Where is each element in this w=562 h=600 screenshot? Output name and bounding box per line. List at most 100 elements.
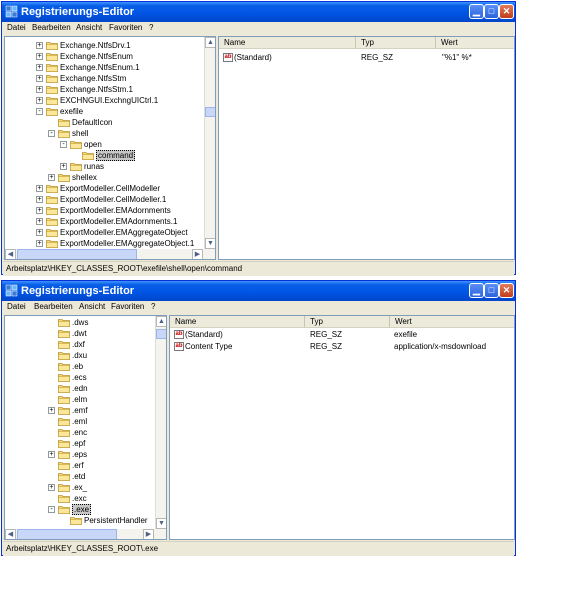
tree-node[interactable]: + Exchange.NtfsEnum bbox=[5, 51, 205, 62]
column-header-type[interactable]: Typ bbox=[305, 316, 390, 328]
value-list-pane[interactable]: Name Typ Wert ab (Standard) REG_SZ exefi… bbox=[169, 315, 515, 540]
scroll-thumb-horizontal[interactable] bbox=[17, 529, 117, 539]
expand-icon[interactable]: + bbox=[48, 484, 55, 491]
maximize-icon[interactable]: □ bbox=[484, 4, 499, 19]
tree-node[interactable]: + Exchange.NtfsDrv.1 bbox=[5, 40, 205, 51]
tree-node[interactable]: + ExportModeller.CellModeller bbox=[5, 183, 205, 194]
menu-ansicht[interactable]: Ansicht bbox=[76, 23, 102, 32]
scroll-right-icon[interactable]: ▶ bbox=[192, 249, 203, 259]
menu-ansicht[interactable]: Ansicht bbox=[79, 302, 105, 311]
scroll-thumb[interactable] bbox=[156, 329, 166, 339]
column-header-value[interactable]: Wert bbox=[436, 37, 514, 49]
column-header-name[interactable]: Name bbox=[219, 37, 356, 49]
minimize-icon[interactable]: ▁ bbox=[469, 283, 484, 298]
tree-node[interactable]: + ExportModeller.EMAdornments bbox=[5, 205, 205, 216]
tree-node[interactable]: .elm bbox=[5, 394, 155, 405]
tree-node[interactable]: + ExportModeller.CellModeller.1 bbox=[5, 194, 205, 205]
tree-node[interactable]: .ecs bbox=[5, 372, 155, 383]
scroll-up-icon[interactable]: ▲ bbox=[156, 316, 166, 327]
tree-node[interactable]: + .eps bbox=[5, 449, 155, 460]
collapse-icon[interactable]: - bbox=[48, 130, 55, 137]
expand-icon[interactable]: + bbox=[36, 196, 43, 203]
tree-node[interactable]: PersistentHandler bbox=[5, 515, 155, 526]
tree-node[interactable]: + EXCHNGUI.ExchngUICtrl.1 bbox=[5, 95, 205, 106]
value-row[interactable]: ab (Standard) REG_SZ exefile bbox=[174, 329, 512, 340]
tree-node[interactable]: + .ex_ bbox=[5, 482, 155, 493]
tree-vertical-scrollbar[interactable]: ▲ ▼ bbox=[155, 316, 166, 529]
menu-favoriten[interactable]: Favoriten bbox=[109, 23, 142, 32]
menu-datei[interactable]: Datei bbox=[7, 302, 26, 311]
expand-icon[interactable]: + bbox=[36, 185, 43, 192]
minimize-icon[interactable]: ▁ bbox=[469, 4, 484, 19]
scroll-down-icon[interactable]: ▼ bbox=[156, 518, 166, 529]
tree-node[interactable]: .enc bbox=[5, 427, 155, 438]
tree-node[interactable]: + shellex bbox=[5, 172, 205, 183]
title-bar[interactable]: Registrierungs-Editor ▁ □ ✕ bbox=[2, 281, 515, 301]
tree-horizontal-scrollbar[interactable]: ◀ ▶ bbox=[5, 249, 215, 259]
collapse-icon[interactable]: - bbox=[60, 141, 67, 148]
menu-datei[interactable]: Datei bbox=[7, 23, 26, 32]
tree-node[interactable]: + .emf bbox=[5, 405, 155, 416]
tree-vertical-scrollbar[interactable]: ▲ ▼ bbox=[204, 37, 215, 249]
expand-icon[interactable]: + bbox=[48, 407, 55, 414]
tree-node[interactable]: .eb bbox=[5, 361, 155, 372]
tree-node[interactable]: .eml bbox=[5, 416, 155, 427]
expand-icon[interactable]: + bbox=[48, 451, 55, 458]
maximize-icon[interactable]: □ bbox=[484, 283, 499, 298]
expand-icon[interactable]: + bbox=[36, 53, 43, 60]
tree-node[interactable]: .exc bbox=[5, 493, 155, 504]
tree-node[interactable]: .edn bbox=[5, 383, 155, 394]
tree-node[interactable]: .erf bbox=[5, 460, 155, 471]
tree-node[interactable]: .etd bbox=[5, 471, 155, 482]
scroll-thumb[interactable] bbox=[205, 107, 215, 117]
tree-node[interactable]: + ExportModeller.EMAdornments.1 bbox=[5, 216, 205, 227]
close-icon[interactable]: ✕ bbox=[499, 4, 514, 19]
column-header-value[interactable]: Wert bbox=[390, 316, 514, 328]
expand-icon[interactable]: + bbox=[36, 218, 43, 225]
menu-bearbeiten[interactable]: Bearbeiten bbox=[32, 23, 71, 32]
expand-icon[interactable]: + bbox=[36, 86, 43, 93]
key-tree-pane[interactable]: + Exchange.NtfsDrv.1 + Exchange.NtfsEnum + Ex… bbox=[4, 36, 216, 260]
title-bar[interactable]: Registrierungs-Editor ▁ □ ✕ bbox=[2, 2, 515, 22]
tree-node[interactable]: .dxu bbox=[5, 350, 155, 361]
collapse-icon[interactable]: - bbox=[48, 506, 55, 513]
tree-node[interactable]: - open bbox=[5, 139, 205, 150]
tree-node[interactable]: - exefile bbox=[5, 106, 205, 117]
key-tree-pane[interactable]: .dws .dwt .dxf .dxu .eb .ecs .edn .elm + .emf .eml… bbox=[4, 315, 167, 540]
tree-node[interactable]: + Exchange.NtfsEnum.1 bbox=[5, 62, 205, 73]
expand-icon[interactable]: + bbox=[60, 163, 67, 170]
collapse-icon[interactable]: - bbox=[36, 108, 43, 115]
tree-node[interactable]: command bbox=[5, 150, 205, 161]
scroll-down-icon[interactable]: ▼ bbox=[205, 238, 215, 249]
expand-icon[interactable]: + bbox=[48, 174, 55, 181]
tree-node[interactable]: .dwt bbox=[5, 328, 155, 339]
tree-node[interactable]: - .exe bbox=[5, 504, 155, 515]
tree-node[interactable]: .dws bbox=[5, 317, 155, 328]
value-row[interactable]: ab Content Type REG_SZ application/x-msd… bbox=[174, 341, 512, 352]
scroll-thumb-horizontal[interactable] bbox=[17, 249, 137, 259]
scroll-left-icon[interactable]: ◀ bbox=[5, 529, 16, 539]
tree-node[interactable]: + Exchange.NtfsStm bbox=[5, 73, 205, 84]
expand-icon[interactable]: + bbox=[36, 97, 43, 104]
menu-favoriten[interactable]: Favoriten bbox=[111, 302, 144, 311]
tree-node[interactable]: + Exchange.NtfsStm.1 bbox=[5, 84, 205, 95]
tree-node[interactable]: DefaultIcon bbox=[5, 117, 205, 128]
column-header-type[interactable]: Typ bbox=[356, 37, 436, 49]
column-header-name[interactable]: Name bbox=[170, 316, 305, 328]
expand-icon[interactable]: + bbox=[36, 64, 43, 71]
close-icon[interactable]: ✕ bbox=[499, 283, 514, 298]
expand-icon[interactable]: + bbox=[36, 75, 43, 82]
expand-icon[interactable]: + bbox=[36, 229, 43, 236]
value-list-pane[interactable]: Name Typ Wert ab (Standard) REG_SZ "%1" … bbox=[218, 36, 515, 260]
menu-help[interactable]: ? bbox=[149, 23, 153, 32]
tree-horizontal-scrollbar[interactable]: ◀ ▶ bbox=[5, 529, 166, 539]
tree-node[interactable]: .epf bbox=[5, 438, 155, 449]
menu-bearbeiten[interactable]: Bearbeiten bbox=[34, 302, 73, 311]
tree-node[interactable]: + ExportModeller.EMAggregateObject.1 bbox=[5, 238, 205, 249]
expand-icon[interactable]: + bbox=[36, 207, 43, 214]
scroll-up-icon[interactable]: ▲ bbox=[205, 37, 215, 48]
menu-help[interactable]: ? bbox=[151, 302, 155, 311]
tree-node[interactable]: - shell bbox=[5, 128, 205, 139]
expand-icon[interactable]: + bbox=[36, 42, 43, 49]
tree-node[interactable]: .dxf bbox=[5, 339, 155, 350]
